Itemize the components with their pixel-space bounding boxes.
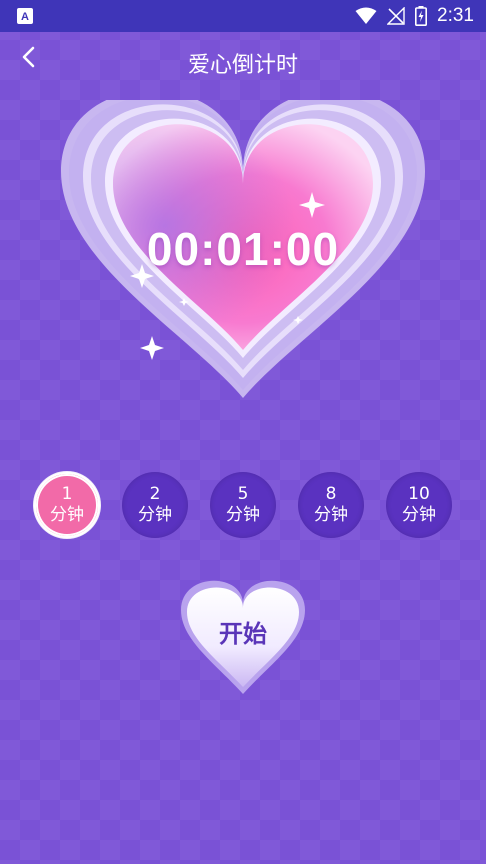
duration-option-1[interactable]: 1 分钟 xyxy=(34,472,100,538)
start-button-label: 开始 xyxy=(219,620,267,648)
no-signal-icon xyxy=(387,7,405,25)
duration-option-5[interactable]: 5 分钟 xyxy=(210,472,276,538)
heart-icon xyxy=(61,90,426,398)
duration-options: 1 分钟 2 分钟 5 分钟 8 分钟 10 分钟 xyxy=(0,472,486,542)
status-time: 2:31 xyxy=(437,5,474,26)
heart-graphic xyxy=(0,90,486,460)
duration-option-10[interactable]: 10 分钟 xyxy=(386,472,452,538)
duration-option-8[interactable]: 8 分钟 xyxy=(298,472,364,538)
page-title: 爱心倒计时 xyxy=(187,53,298,78)
a-text-icon: A xyxy=(17,8,33,24)
status-bar: A 2:31 xyxy=(0,0,486,32)
countdown-display: 00:01:00 xyxy=(146,223,340,275)
start-button[interactable]: 开始 xyxy=(176,574,310,698)
duration-option-2[interactable]: 2 分钟 xyxy=(122,472,188,538)
title-bar: 爱心倒计时 xyxy=(0,32,486,92)
svg-text:A: A xyxy=(21,11,29,23)
battery-charging-icon xyxy=(415,6,428,26)
wifi-icon xyxy=(355,7,377,24)
